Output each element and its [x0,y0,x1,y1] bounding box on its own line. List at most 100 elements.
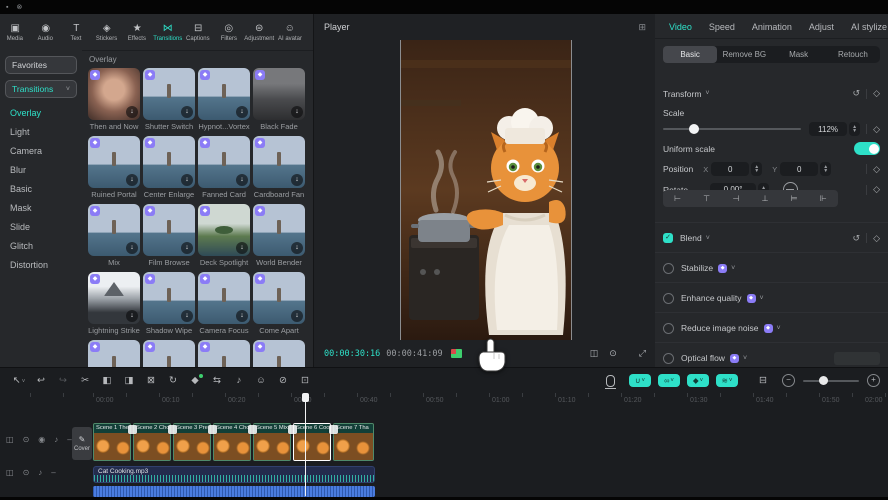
preview-axis-icon[interactable]: ⊟ [752,375,774,386]
download-icon[interactable]: ↓ [291,174,303,186]
track-mode-toggle[interactable]: ≋˅ [716,374,738,387]
transition-card[interactable]: ◆ ↓ [198,340,250,367]
download-icon[interactable]: ↓ [181,174,193,186]
window-control-icon[interactable]: ⊗ [16,4,22,11]
toolbar-tab[interactable]: ◉ Audio [31,23,62,42]
keyframe-diamond-icon[interactable]: ◇ [873,124,880,135]
keyframe-diamond-icon[interactable]: ◇ [873,164,880,175]
transition-thumbnail[interactable]: ◆ ↓ [253,204,305,256]
download-icon[interactable]: ↓ [291,242,303,254]
link-toggle[interactable]: ∞˅ [658,374,680,387]
sidebar-category-item[interactable]: Light [0,122,82,141]
transition-card[interactable]: ◆ ↓ Center Enlarge [143,136,195,199]
chevron-down-icon[interactable]: ˅ [706,235,710,242]
section-checkbox[interactable] [663,263,674,274]
track-header-icon[interactable]: ⊙ [23,435,30,444]
loop-button[interactable]: ↻˅ [162,375,184,386]
zoom-slider-knob[interactable] [819,376,828,385]
transition-card[interactable]: ◆ ↓ Ruined Portal [88,136,140,199]
align-center-h-icon[interactable]: ⊤ [703,194,710,203]
reset-icon[interactable]: ↺ [853,88,861,99]
transition-card[interactable]: ◆ ↓ Mix [88,204,140,267]
toolbar-tab[interactable]: ⋈ Transitions [153,23,184,42]
chevron-down-icon[interactable]: ˅ [777,325,781,332]
transition-thumbnail[interactable]: ◆ ↓ [198,340,250,367]
transition-applied-icon[interactable] [248,425,257,434]
transition-thumbnail[interactable]: ◆ ↓ [198,136,250,188]
timeline-ruler[interactable]: 00:0000:1000:2000:3000:4000:5001:0001:10… [0,393,888,413]
toolbar-tab[interactable]: T Text [61,23,92,42]
chevron-down-icon[interactable]: ˅ [760,295,764,302]
video-clip[interactable]: Scene 3 Pre [173,423,211,461]
sidebar-category-item[interactable]: Slide [0,217,82,236]
download-icon[interactable]: ↓ [126,242,138,254]
download-icon[interactable]: ↓ [181,106,193,118]
transition-card[interactable]: ◆ ↓ Film Browse [143,204,195,267]
snap-toggle[interactable]: ∪˅ [629,374,651,387]
transition-card[interactable]: ◆ ↓ Fanned Card [198,136,250,199]
toolbar-tab[interactable]: ☺ AI avatar [275,23,306,42]
inspector-tab[interactable]: Speed [709,22,735,32]
delete-button[interactable]: ⊠˅ [140,375,162,386]
transition-thumbnail[interactable]: ◆ ↓ [198,272,250,324]
toolbar-tab[interactable]: ◈ Stickers [92,23,123,42]
download-icon[interactable]: ↓ [236,106,248,118]
audio-clip[interactable]: Cat Cooking.mp3 [93,466,375,483]
optical-flow-action-button[interactable] [834,352,880,365]
transition-thumbnail[interactable]: ◆ ↓ [88,340,140,367]
download-icon[interactable]: ↓ [236,310,248,322]
trim-left-button[interactable]: ◧˅ [96,375,118,386]
toolbar-tab[interactable]: ▣ Media [0,23,31,42]
transition-thumbnail[interactable]: ◆ ↓ [198,204,250,256]
mirror-preview-icon[interactable]: ◫ [590,348,599,359]
transition-thumbnail[interactable]: ◆ ↓ [143,204,195,256]
sidebar-favorites-button[interactable]: Favorites [5,56,77,74]
fullscreen-icon[interactable]: ⤢ [639,348,646,359]
playhead[interactable] [305,393,306,496]
video-clip[interactable]: Scene 1 The [93,423,131,461]
scale-value[interactable]: 112% [809,122,847,136]
focus-frame-icon[interactable]: ⊙ [609,348,617,359]
sidebar-category-item[interactable]: Camera [0,141,82,160]
audio-detach-button[interactable]: ♪˅ [228,375,250,386]
section-checkbox[interactable] [663,293,674,304]
split-button[interactable]: ✂˅ [74,375,96,386]
transition-thumbnail[interactable]: ◆ ↓ [88,68,140,120]
transition-thumbnail[interactable]: ◆ ↓ [198,68,250,120]
keyframe-diamond-icon[interactable]: ◇ [873,184,880,195]
sidebar-group-transitions[interactable]: Transitions ˅ [5,80,77,98]
select-tool[interactable]: ↖˅ [8,375,30,386]
chevron-down-icon[interactable]: ˅ [743,355,747,362]
transition-thumbnail[interactable]: ◆ ↓ [88,136,140,188]
inspector-tab[interactable]: AI stylize [851,22,887,32]
transition-applied-icon[interactable] [288,425,297,434]
smart-cut-button[interactable]: ◆˅ [184,375,206,386]
transition-applied-icon[interactable] [329,425,338,434]
track-header-icon[interactable]: ◫ [6,468,14,477]
playhead-handle[interactable] [302,393,309,402]
transition-card[interactable]: ◆ ↓ Camera Focus [198,272,250,335]
video-clip[interactable]: Scene 5 Mix [253,423,291,461]
zoom-out-button[interactable]: − [782,374,795,387]
transition-card[interactable]: ◆ ↓ Then and Now [88,68,140,131]
align-right-icon[interactable]: ⊣ [732,194,739,203]
chroma-key-button[interactable]: ⊘˅ [272,375,294,386]
uniform-scale-toggle[interactable] [854,142,880,155]
transition-card[interactable]: ◆ ↓ World Bender [253,204,305,267]
transition-applied-icon[interactable] [168,425,177,434]
align-center-v-icon[interactable]: ⊨ [791,194,798,203]
track-header-icon[interactable]: ♪ [38,468,42,477]
download-icon[interactable]: ↓ [126,174,138,186]
undo-button[interactable]: ↩˅ [30,375,52,386]
download-icon[interactable]: ↓ [291,310,303,322]
video-clip[interactable]: Scene 7 Tha [333,423,374,461]
crop-button[interactable]: ⊡˅ [294,375,316,386]
window-control-icon[interactable]: ▪ [6,4,8,11]
toolbar-tab[interactable]: ◎ Filters [214,23,245,42]
download-icon[interactable]: ↓ [236,174,248,186]
track-header-icon[interactable]: ♪ [54,435,58,444]
track-header-icon[interactable]: ⊙ [23,468,30,477]
sidebar-category-item[interactable]: Basic [0,179,82,198]
inspector-subtab[interactable]: Mask [772,46,826,63]
transition-card[interactable]: ◆ ↓ [253,340,305,367]
